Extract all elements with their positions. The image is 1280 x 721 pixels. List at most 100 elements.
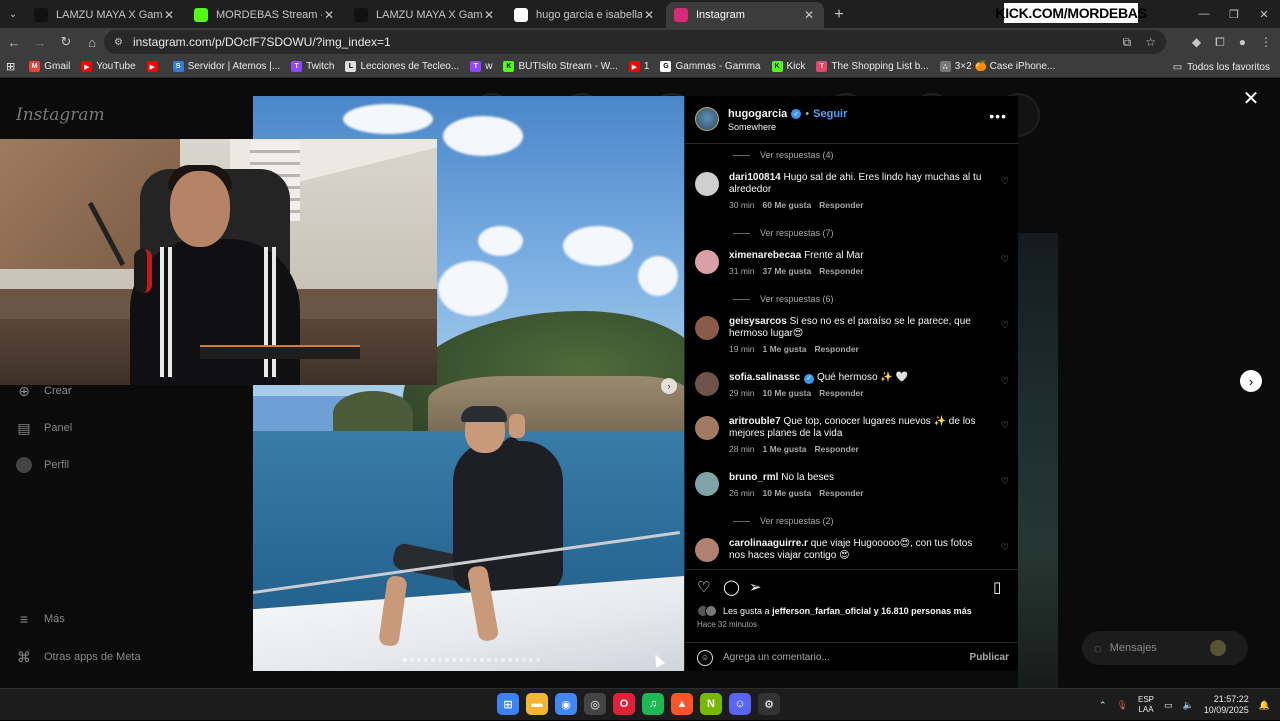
tab-close-icon[interactable]: ✕	[642, 8, 656, 22]
comment-like-heart-icon[interactable]: ♡	[1001, 476, 1009, 487]
commenter-avatar[interactable]	[695, 316, 719, 340]
minimize-button[interactable]: —	[1188, 0, 1220, 28]
home-button[interactable]: ⌂	[80, 30, 104, 54]
close-post-button[interactable]: ✕	[1240, 87, 1262, 110]
commenter-username[interactable]: carolinaaguirre.r	[729, 538, 808, 549]
windows-start-icon[interactable]: ⊞	[497, 693, 519, 715]
emoji-picker-icon[interactable]: ☺	[697, 649, 713, 666]
view-replies-button[interactable]: Ver respuestas (4)	[733, 150, 834, 160]
browser-tab[interactable]: Instagram ✕	[666, 2, 824, 28]
post-location[interactable]: Somewhere	[728, 122, 776, 132]
follow-button[interactable]: Seguir	[813, 108, 847, 120]
publish-button[interactable]: Publicar	[970, 652, 1009, 663]
opera-icon[interactable]: O	[613, 693, 635, 715]
notifications-bell-icon[interactable]: 🔔	[1259, 700, 1270, 711]
tab-search-button[interactable]: ⌄	[0, 0, 26, 28]
bookmark-item[interactable]: G Gammas - Gamma	[660, 61, 761, 72]
clock[interactable]: 21:57:22 10/09/2025	[1204, 694, 1249, 716]
comment-like-heart-icon[interactable]: ♡	[1001, 376, 1009, 387]
tray-overflow-icon[interactable]: ⌃	[1099, 700, 1107, 711]
bookmark-item[interactable]: L Lecciones de Tecleo...	[345, 61, 459, 72]
profile-icon[interactable]: ●	[1239, 35, 1246, 49]
view-replies-button[interactable]: Ver respuestas (6)	[733, 294, 834, 304]
install-app-icon[interactable]: ⧉	[1123, 35, 1132, 50]
likes-count[interactable]: 16.810 personas más	[881, 606, 972, 616]
bookmark-item[interactable]: T The Shopping List b...	[816, 61, 929, 72]
bookmark-item[interactable]: Tw	[470, 61, 492, 72]
author-username[interactable]: hugogarcia	[728, 108, 787, 120]
bookmark-item[interactable]: ▶ YouTube	[81, 61, 136, 72]
language-indicator[interactable]: ESP LAA	[1138, 695, 1154, 715]
new-tab-button[interactable]: +	[826, 2, 852, 28]
extensions-puzzle-icon[interactable]: ⧠	[1215, 35, 1225, 50]
extension-icon[interactable]: ◆	[1192, 35, 1201, 49]
tab-close-icon[interactable]: ✕	[482, 8, 496, 22]
comment-like-heart-icon[interactable]: ♡	[1001, 420, 1009, 431]
commenter-avatar[interactable]	[695, 416, 719, 440]
bookmark-item[interactable]: K BUTIsito Stream - W...	[503, 61, 618, 72]
bookmark-item[interactable]: M Gmail	[29, 61, 70, 72]
brave-icon[interactable]: ▲	[671, 693, 693, 715]
comment-likes[interactable]: 1 Me gusta	[763, 444, 807, 454]
all-bookmarks-button[interactable]: ▭ Todos los favoritos	[1173, 56, 1270, 78]
nvidia-icon[interactable]: N	[700, 693, 722, 715]
instagram-logo[interactable]: Instagram	[16, 105, 105, 125]
bookmark-item[interactable]: ▶	[146, 61, 162, 72]
bookmark-item[interactable]: T Twitch	[291, 61, 334, 72]
settings-icon[interactable]: ⚙	[758, 693, 780, 715]
restore-button[interactable]: ❐	[1218, 0, 1250, 28]
browser-tab[interactable]: LAMZU MAYA X Gaming Mous✕	[26, 2, 184, 28]
commenter-avatar[interactable]	[695, 472, 719, 496]
sidebar-item-perfil[interactable]: Perfil	[16, 457, 69, 473]
comment-likes[interactable]: 37 Me gusta	[763, 266, 812, 276]
comment-likes[interactable]: 10 Me gusta	[763, 488, 812, 498]
reply-button[interactable]: Responder	[819, 200, 863, 210]
chrome-menu-icon[interactable]: ⋮	[1260, 35, 1272, 49]
next-post-button[interactable]: ›	[1240, 370, 1262, 392]
obs-icon[interactable]: ◎	[584, 693, 606, 715]
comment-like-heart-icon[interactable]: ♡	[1001, 176, 1009, 187]
messages-button[interactable]: ◌ Mensajes	[1082, 631, 1248, 665]
author-avatar[interactable]	[695, 107, 719, 131]
likes-user[interactable]: jefferson_farfan_oficial	[772, 606, 871, 616]
comment-likes[interactable]: 10 Me gusta	[763, 388, 812, 398]
share-send-icon[interactable]: ➢	[749, 578, 762, 596]
view-replies-button[interactable]: Ver respuestas (2)	[733, 516, 834, 526]
comments-list[interactable]: Ver respuestas (4) dari100814 Hugo sal de…	[685, 144, 1019, 569]
commenter-avatar[interactable]	[695, 172, 719, 196]
reply-button[interactable]: Responder	[819, 488, 863, 498]
commenter-avatar[interactable]	[695, 538, 719, 562]
chrome-icon[interactable]: ◉	[555, 693, 577, 715]
comment-like-heart-icon[interactable]: ♡	[1001, 542, 1009, 553]
bookmark-item[interactable]: S Servidor | Atemos |...	[172, 61, 280, 72]
close-window-button[interactable]: ✕	[1248, 0, 1280, 28]
sidebar-item-panel[interactable]: ▤ Panel	[16, 420, 72, 436]
browser-tab[interactable]: LAMZU MAYA X Gaming Mous✕	[346, 2, 504, 28]
site-info-icon[interactable]: ⚙	[114, 37, 123, 48]
omnibox[interactable]: ⚙ instagram.com/p/DOcfF7SDOWU/?img_index…	[104, 30, 1166, 54]
bookmark-item[interactable]: ▶ 1	[628, 61, 649, 72]
reload-button[interactable]: ↻	[54, 30, 78, 54]
comment-bubble-icon[interactable]: ◯	[723, 578, 740, 596]
bookmark-item[interactable]: ∴ 3×2 🍊 Case iPhone...	[939, 61, 1055, 72]
commenter-username[interactable]: geisysarcos	[729, 316, 787, 327]
spotify-icon[interactable]: ♫	[642, 693, 664, 715]
commenter-avatar[interactable]	[695, 372, 719, 396]
tab-close-icon[interactable]: ✕	[162, 8, 176, 22]
like-heart-icon[interactable]: ♡	[697, 578, 710, 596]
commenter-username[interactable]: ximenarebecaa	[729, 250, 801, 261]
bookmark-star-icon[interactable]: ☆	[1145, 35, 1156, 49]
comment-likes[interactable]: 60 Me gusta	[763, 200, 812, 210]
back-button[interactable]: ←	[2, 30, 26, 54]
commenter-avatar[interactable]	[695, 250, 719, 274]
tab-close-icon[interactable]: ✕	[802, 8, 816, 22]
network-icon[interactable]: ▭	[1164, 700, 1173, 711]
reply-button[interactable]: Responder	[819, 266, 863, 276]
commenter-username[interactable]: bruno_rml	[729, 472, 778, 483]
sidebar-item-crear[interactable]: ⊕ Crear	[16, 383, 71, 399]
commenter-username[interactable]: dari100814	[729, 172, 781, 183]
reply-button[interactable]: Responder	[814, 444, 858, 454]
browser-tab[interactable]: MORDEBAS Stream - Watch Li✕	[186, 2, 344, 28]
bookmark-item[interactable]: K Kick	[771, 61, 805, 72]
comment-input[interactable]	[723, 652, 953, 663]
